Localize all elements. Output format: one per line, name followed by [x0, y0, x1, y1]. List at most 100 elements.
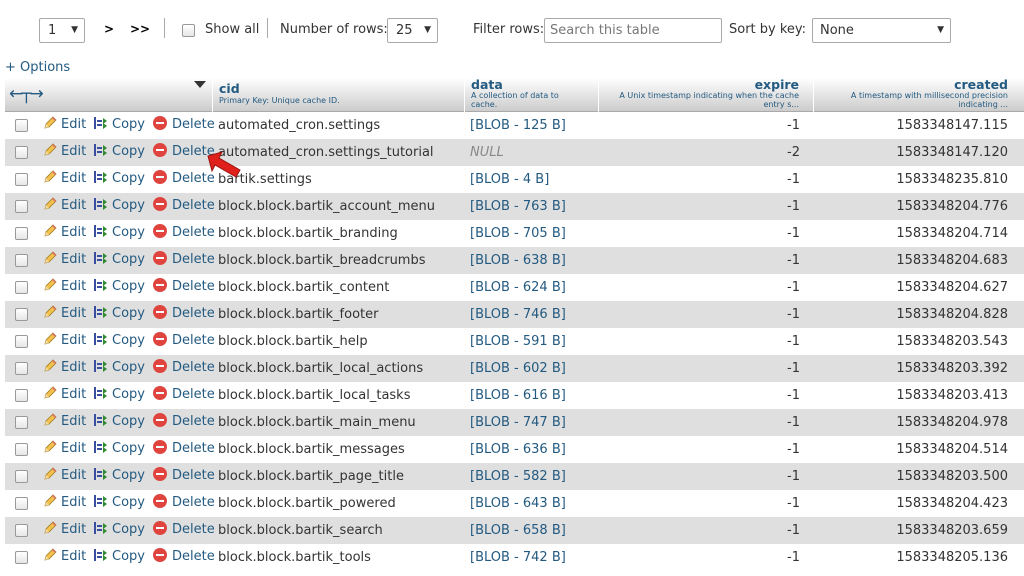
delete-button[interactable]: Delete [153, 382, 215, 409]
cell-expire[interactable]: -1 [787, 112, 800, 139]
edit-button[interactable]: Edit [42, 409, 86, 436]
copy-button[interactable]: Copy [93, 220, 145, 247]
cell-created[interactable]: 1583348205.136 [896, 544, 1008, 571]
delete-button[interactable]: Delete [153, 166, 215, 193]
header-created[interactable]: created A timestamp with millisecond pre… [814, 77, 1024, 112]
header-data-title[interactable]: data [471, 77, 503, 92]
header-data[interactable]: data A collection of data to cache. [465, 77, 599, 112]
header-cid[interactable]: cid Primary Key: Unique cache ID. [213, 78, 465, 112]
copy-button[interactable]: Copy [93, 436, 145, 463]
edit-button[interactable]: Edit [42, 490, 86, 517]
cell-created[interactable]: 1583348204.828 [896, 301, 1008, 328]
cell-expire[interactable]: -1 [787, 436, 800, 463]
cell-cid[interactable]: block.block.bartik_breadcrumbs [218, 247, 426, 274]
cell-created[interactable]: 1583348147.115 [896, 112, 1008, 139]
cell-data[interactable]: [BLOB - 4 B] [470, 166, 549, 193]
edit-button[interactable]: Edit [42, 220, 86, 247]
row-select-checkbox[interactable] [15, 281, 28, 294]
cell-data[interactable]: [BLOB - 746 B] [470, 301, 566, 328]
edit-button[interactable]: Edit [42, 328, 86, 355]
copy-button[interactable]: Copy [93, 166, 145, 193]
cell-cid[interactable]: block.block.bartik_powered [218, 490, 396, 517]
row-select-checkbox[interactable] [15, 389, 28, 402]
cell-cid[interactable]: block.block.bartik_help [218, 328, 368, 355]
cell-expire[interactable]: -1 [787, 382, 800, 409]
header-expire[interactable]: expire A Unix timestamp indicating when … [599, 77, 814, 112]
row-select-checkbox[interactable] [15, 119, 28, 132]
edit-button[interactable]: Edit [42, 139, 86, 166]
cell-expire[interactable]: -1 [787, 517, 800, 544]
row-select-checkbox[interactable] [15, 470, 28, 483]
cell-data[interactable]: [BLOB - 616 B] [470, 382, 566, 409]
cell-expire[interactable]: -1 [787, 544, 800, 571]
cell-data[interactable]: [BLOB - 763 B] [470, 193, 566, 220]
row-select-checkbox[interactable] [15, 551, 28, 564]
cell-created[interactable]: 1583348235.810 [896, 166, 1008, 193]
copy-button[interactable]: Copy [93, 274, 145, 301]
delete-button[interactable]: Delete [153, 436, 215, 463]
cell-expire[interactable]: -1 [787, 220, 800, 247]
cell-expire[interactable]: -1 [787, 463, 800, 490]
row-select-checkbox[interactable] [15, 200, 28, 213]
cell-created[interactable]: 1583348204.683 [896, 247, 1008, 274]
cell-created[interactable]: 1583348203.659 [896, 517, 1008, 544]
edit-button[interactable]: Edit [42, 355, 86, 382]
cell-created[interactable]: 1583348203.392 [896, 355, 1008, 382]
copy-button[interactable]: Copy [93, 328, 145, 355]
delete-button[interactable]: Delete [153, 355, 215, 382]
cell-cid[interactable]: block.block.bartik_footer [218, 301, 378, 328]
cell-expire[interactable]: -1 [787, 274, 800, 301]
delete-button[interactable]: Delete [153, 463, 215, 490]
delete-button[interactable]: Delete [153, 220, 215, 247]
cell-created[interactable]: 1583348147.120 [896, 139, 1008, 166]
edit-button[interactable]: Edit [42, 382, 86, 409]
row-select-checkbox[interactable] [15, 497, 28, 510]
copy-button[interactable]: Copy [93, 463, 145, 490]
row-select-checkbox[interactable] [15, 362, 28, 375]
delete-button[interactable]: Delete [153, 409, 215, 436]
cell-data[interactable]: [BLOB - 742 B] [470, 544, 566, 571]
cell-cid[interactable]: block.block.bartik_messages [218, 436, 405, 463]
delete-button[interactable]: Delete [153, 517, 215, 544]
delete-button[interactable]: Delete [153, 490, 215, 517]
row-select-checkbox[interactable] [15, 335, 28, 348]
cell-created[interactable]: 1583348204.714 [896, 220, 1008, 247]
cell-data[interactable]: [BLOB - 582 B] [470, 463, 566, 490]
copy-button[interactable]: Copy [93, 382, 145, 409]
edit-button[interactable]: Edit [42, 463, 86, 490]
cell-expire[interactable]: -1 [787, 355, 800, 382]
filter-search-input[interactable] [544, 18, 722, 43]
delete-button[interactable]: Delete [153, 193, 215, 220]
cell-expire[interactable]: -1 [787, 490, 800, 517]
cell-cid[interactable]: block.block.bartik_branding [218, 220, 398, 247]
copy-button[interactable]: Copy [93, 517, 145, 544]
copy-button[interactable]: Copy [93, 544, 145, 571]
edit-button[interactable]: Edit [42, 112, 86, 139]
cell-data[interactable]: [BLOB - 638 B] [470, 247, 566, 274]
cell-created[interactable]: 1583348204.978 [896, 409, 1008, 436]
row-select-checkbox[interactable] [15, 416, 28, 429]
delete-button[interactable]: Delete [153, 328, 215, 355]
cell-expire[interactable]: -1 [787, 409, 800, 436]
cell-expire[interactable]: -1 [787, 166, 800, 193]
row-select-checkbox[interactable] [15, 146, 28, 159]
cell-data[interactable]: [BLOB - 591 B] [470, 328, 566, 355]
row-select-checkbox[interactable] [15, 227, 28, 240]
cell-expire[interactable]: -1 [787, 193, 800, 220]
edit-button[interactable]: Edit [42, 193, 86, 220]
cell-created[interactable]: 1583348204.627 [896, 274, 1008, 301]
copy-button[interactable]: Copy [93, 247, 145, 274]
edit-button[interactable]: Edit [42, 274, 86, 301]
copy-button[interactable]: Copy [93, 409, 145, 436]
copy-button[interactable]: Copy [93, 193, 145, 220]
cell-expire[interactable]: -1 [787, 247, 800, 274]
cell-data[interactable]: [BLOB - 125 B] [470, 112, 566, 139]
cell-cid[interactable]: block.block.bartik_content [218, 274, 389, 301]
delete-button[interactable]: Delete [153, 139, 215, 166]
row-select-checkbox[interactable] [15, 173, 28, 186]
cell-created[interactable]: 1583348204.514 [896, 436, 1008, 463]
cell-data[interactable]: [BLOB - 624 B] [470, 274, 566, 301]
header-cid-title[interactable]: cid [219, 81, 240, 96]
cell-created[interactable]: 1583348203.543 [896, 328, 1008, 355]
cell-data[interactable]: [BLOB - 636 B] [470, 436, 566, 463]
